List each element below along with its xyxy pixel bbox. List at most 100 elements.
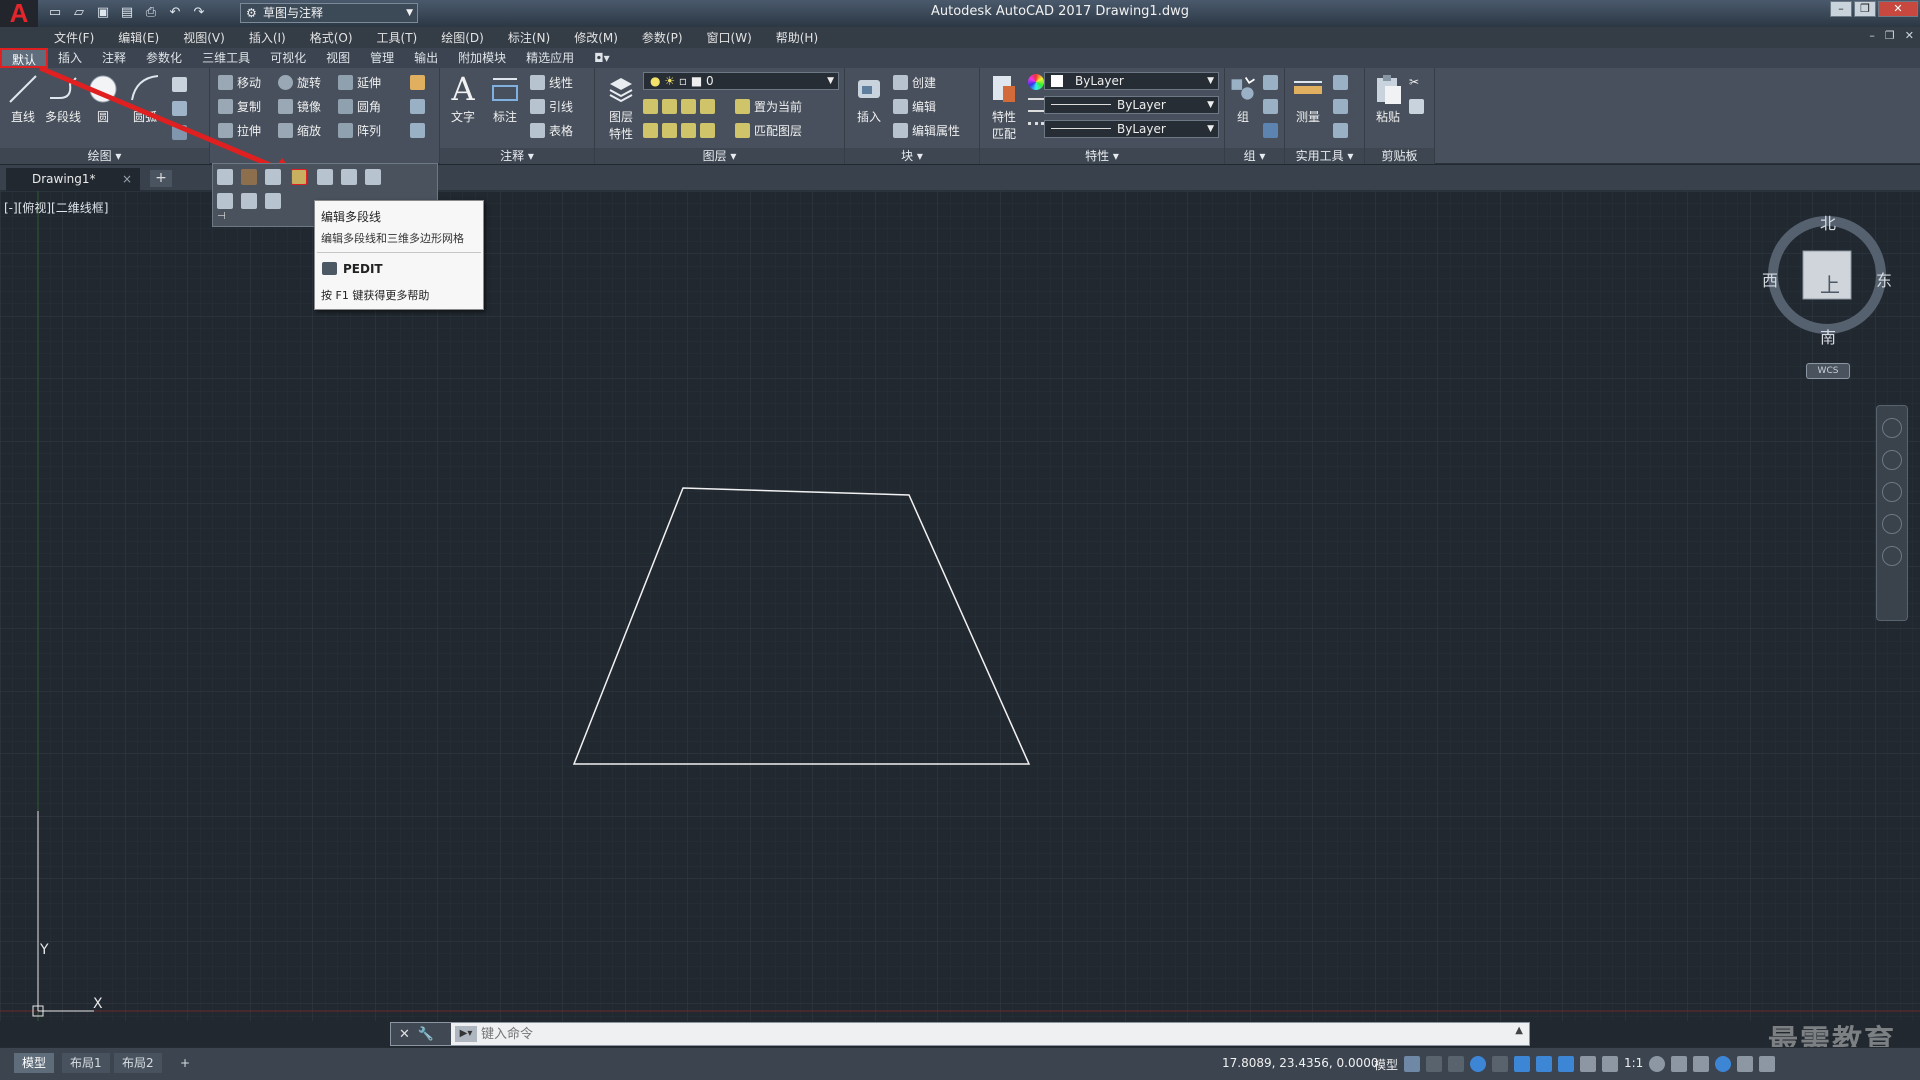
tab-addins[interactable]: 附加模块 bbox=[448, 48, 516, 68]
create-block-button[interactable]: 创建 bbox=[893, 72, 936, 92]
menu-tools[interactable]: 工具(T) bbox=[377, 29, 418, 46]
orbit-icon[interactable] bbox=[1882, 514, 1902, 534]
flyout-tool-icon[interactable] bbox=[265, 193, 281, 209]
panel-block-title[interactable]: 块 ▾ bbox=[845, 148, 979, 164]
menu-parametric[interactable]: 参数(P) bbox=[642, 29, 683, 46]
paste-button[interactable]: 粘贴 bbox=[1369, 72, 1407, 125]
menu-file[interactable]: 文件(F) bbox=[54, 29, 94, 46]
model-space-button[interactable]: 模型 bbox=[1374, 1056, 1398, 1073]
tab-annotate[interactable]: 注释 bbox=[92, 48, 136, 68]
zoom-icon[interactable] bbox=[1882, 482, 1902, 502]
object-snap-icon[interactable] bbox=[1536, 1056, 1552, 1072]
flyout-tool-icon[interactable] bbox=[217, 193, 233, 209]
doc-restore-icon[interactable]: ❐ bbox=[1885, 29, 1895, 42]
mirror-button[interactable]: 镜像 bbox=[278, 96, 321, 116]
rectangle-button[interactable] bbox=[172, 74, 187, 94]
flyout-tool-icon[interactable] bbox=[265, 169, 281, 185]
panel-properties-title[interactable]: 特性 ▾ bbox=[980, 148, 1224, 164]
coordinates-readout[interactable]: 17.8089, 23.4356, 0.0000 bbox=[1222, 1056, 1379, 1070]
arc-button[interactable]: 圆弧 bbox=[126, 72, 164, 125]
flyout-tool-icon[interactable] bbox=[365, 169, 381, 185]
wcs-menu[interactable]: WCS bbox=[1806, 363, 1850, 379]
annotation-scale-icon[interactable] bbox=[1602, 1056, 1618, 1072]
layer-tools-row-2[interactable] bbox=[643, 120, 715, 140]
doc-minimize-icon[interactable]: – bbox=[1869, 29, 1875, 42]
flyout-tool-icon[interactable] bbox=[241, 193, 257, 209]
auto-scale-icon[interactable] bbox=[1580, 1056, 1596, 1072]
panel-annotation-title[interactable]: 注释 ▾ bbox=[440, 148, 594, 164]
tab-output[interactable]: 输出 bbox=[404, 48, 448, 68]
flyout-tool-icon[interactable] bbox=[341, 169, 357, 185]
annotation-visibility-icon[interactable] bbox=[1558, 1056, 1574, 1072]
ribbon-options-icon[interactable]: ◘▾ bbox=[584, 48, 620, 68]
text-button[interactable]: A 文字 bbox=[444, 72, 482, 125]
match-layer-button[interactable]: 匹配图层 bbox=[735, 120, 802, 140]
layer-properties-button[interactable]: 图层 特性 bbox=[599, 72, 643, 142]
insert-block-button[interactable]: 插入 bbox=[849, 72, 889, 125]
showmotion-icon[interactable] bbox=[1882, 546, 1902, 566]
tab-3d-tools[interactable]: 三维工具 bbox=[192, 48, 260, 68]
annotation-monitor-icon[interactable] bbox=[1671, 1056, 1688, 1072]
pin-icon[interactable]: ⊣ bbox=[217, 211, 226, 222]
layer-dropdown[interactable]: ● ☀ ▫ ■ 0 ▼ bbox=[643, 72, 839, 90]
line-button[interactable]: 直线 bbox=[4, 72, 42, 125]
viewcube-top-face[interactable]: 上 bbox=[1820, 269, 1840, 298]
match-properties-button[interactable]: 特性 匹配 bbox=[984, 72, 1024, 142]
hatch-button[interactable] bbox=[172, 98, 187, 118]
calculator-button[interactable] bbox=[1333, 120, 1348, 140]
viewcube-west[interactable]: 西 bbox=[1762, 267, 1778, 291]
steering-wheel-icon[interactable] bbox=[1882, 418, 1902, 438]
menu-help[interactable]: 帮助(H) bbox=[776, 29, 818, 46]
layer-tools-row-1[interactable] bbox=[643, 96, 715, 116]
tab-visualize[interactable]: 可视化 bbox=[260, 48, 316, 68]
group-edit-button[interactable] bbox=[1263, 96, 1278, 116]
fillet-button[interactable]: 圆角 bbox=[338, 96, 381, 116]
dimension-button[interactable]: 标注 bbox=[486, 72, 524, 125]
polar-icon[interactable] bbox=[1470, 1056, 1486, 1072]
workspace-gear-icon[interactable] bbox=[1649, 1056, 1666, 1072]
leader-button[interactable]: 引线 bbox=[530, 96, 573, 116]
maximize-button[interactable]: ❐ bbox=[1854, 1, 1876, 17]
viewcube-north[interactable]: 北 bbox=[1820, 210, 1836, 234]
flyout-tool-icon[interactable] bbox=[217, 169, 233, 185]
viewcube-south[interactable]: 南 bbox=[1820, 324, 1836, 348]
erase-button[interactable] bbox=[410, 72, 425, 92]
tab-insert[interactable]: 插入 bbox=[48, 48, 92, 68]
extend-button[interactable]: 延伸 bbox=[338, 72, 381, 92]
menu-dimension[interactable]: 标注(N) bbox=[508, 29, 550, 46]
tab-home[interactable]: 默认 bbox=[0, 48, 49, 68]
fullscreen-icon[interactable] bbox=[1737, 1056, 1754, 1072]
polyline-button[interactable]: 多段线 bbox=[44, 72, 82, 125]
scale-button[interactable]: 缩放 bbox=[278, 120, 321, 140]
set-current-button[interactable]: 置为当前 bbox=[735, 96, 802, 116]
linetype-dropdown[interactable]: ByLayer ▼ bbox=[1044, 96, 1219, 114]
table-button[interactable]: 表格 bbox=[530, 120, 573, 140]
isolate-objects-icon[interactable] bbox=[1715, 1056, 1732, 1072]
rotate-button[interactable]: 旋转 bbox=[278, 72, 321, 92]
close-icon[interactable]: ✕ bbox=[399, 1027, 410, 1042]
panel-utilities-title[interactable]: 实用工具 ▾ bbox=[1285, 148, 1364, 164]
panel-draw-title[interactable]: 绘图 ▾ bbox=[0, 148, 209, 164]
ungroup-button[interactable] bbox=[1263, 72, 1278, 92]
menu-insert[interactable]: 插入(I) bbox=[249, 29, 286, 46]
close-icon[interactable]: × bbox=[122, 168, 132, 190]
tab-parametric[interactable]: 参数化 bbox=[136, 48, 192, 68]
lineweight-dropdown[interactable]: ByLayer ▼ bbox=[1044, 120, 1219, 138]
layout-tab-layout1[interactable]: 布局1 bbox=[62, 1053, 110, 1073]
group-button[interactable]: 组 bbox=[1227, 72, 1259, 125]
close-button[interactable]: ✕ bbox=[1878, 1, 1918, 17]
menu-format[interactable]: 格式(O) bbox=[310, 29, 353, 46]
measure-button[interactable]: 测量 bbox=[1289, 72, 1327, 125]
layout-tab-layout2[interactable]: 布局2 bbox=[114, 1053, 162, 1073]
minimize-button[interactable]: – bbox=[1830, 1, 1852, 17]
drawing-canvas[interactable] bbox=[0, 191, 1920, 1021]
cut-button[interactable]: ✂ bbox=[1409, 72, 1419, 92]
isodraft-icon[interactable] bbox=[1492, 1056, 1508, 1072]
linear-dim-button[interactable]: 线性 bbox=[530, 72, 573, 92]
menu-edit[interactable]: 编辑(E) bbox=[118, 29, 159, 46]
command-input[interactable] bbox=[481, 1024, 1491, 1044]
color-dropdown[interactable]: ByLayer ▼ bbox=[1044, 72, 1219, 90]
grid-icon[interactable] bbox=[1404, 1056, 1420, 1072]
pan-icon[interactable] bbox=[1882, 450, 1902, 470]
edit-block-button[interactable]: 编辑 bbox=[893, 96, 936, 116]
